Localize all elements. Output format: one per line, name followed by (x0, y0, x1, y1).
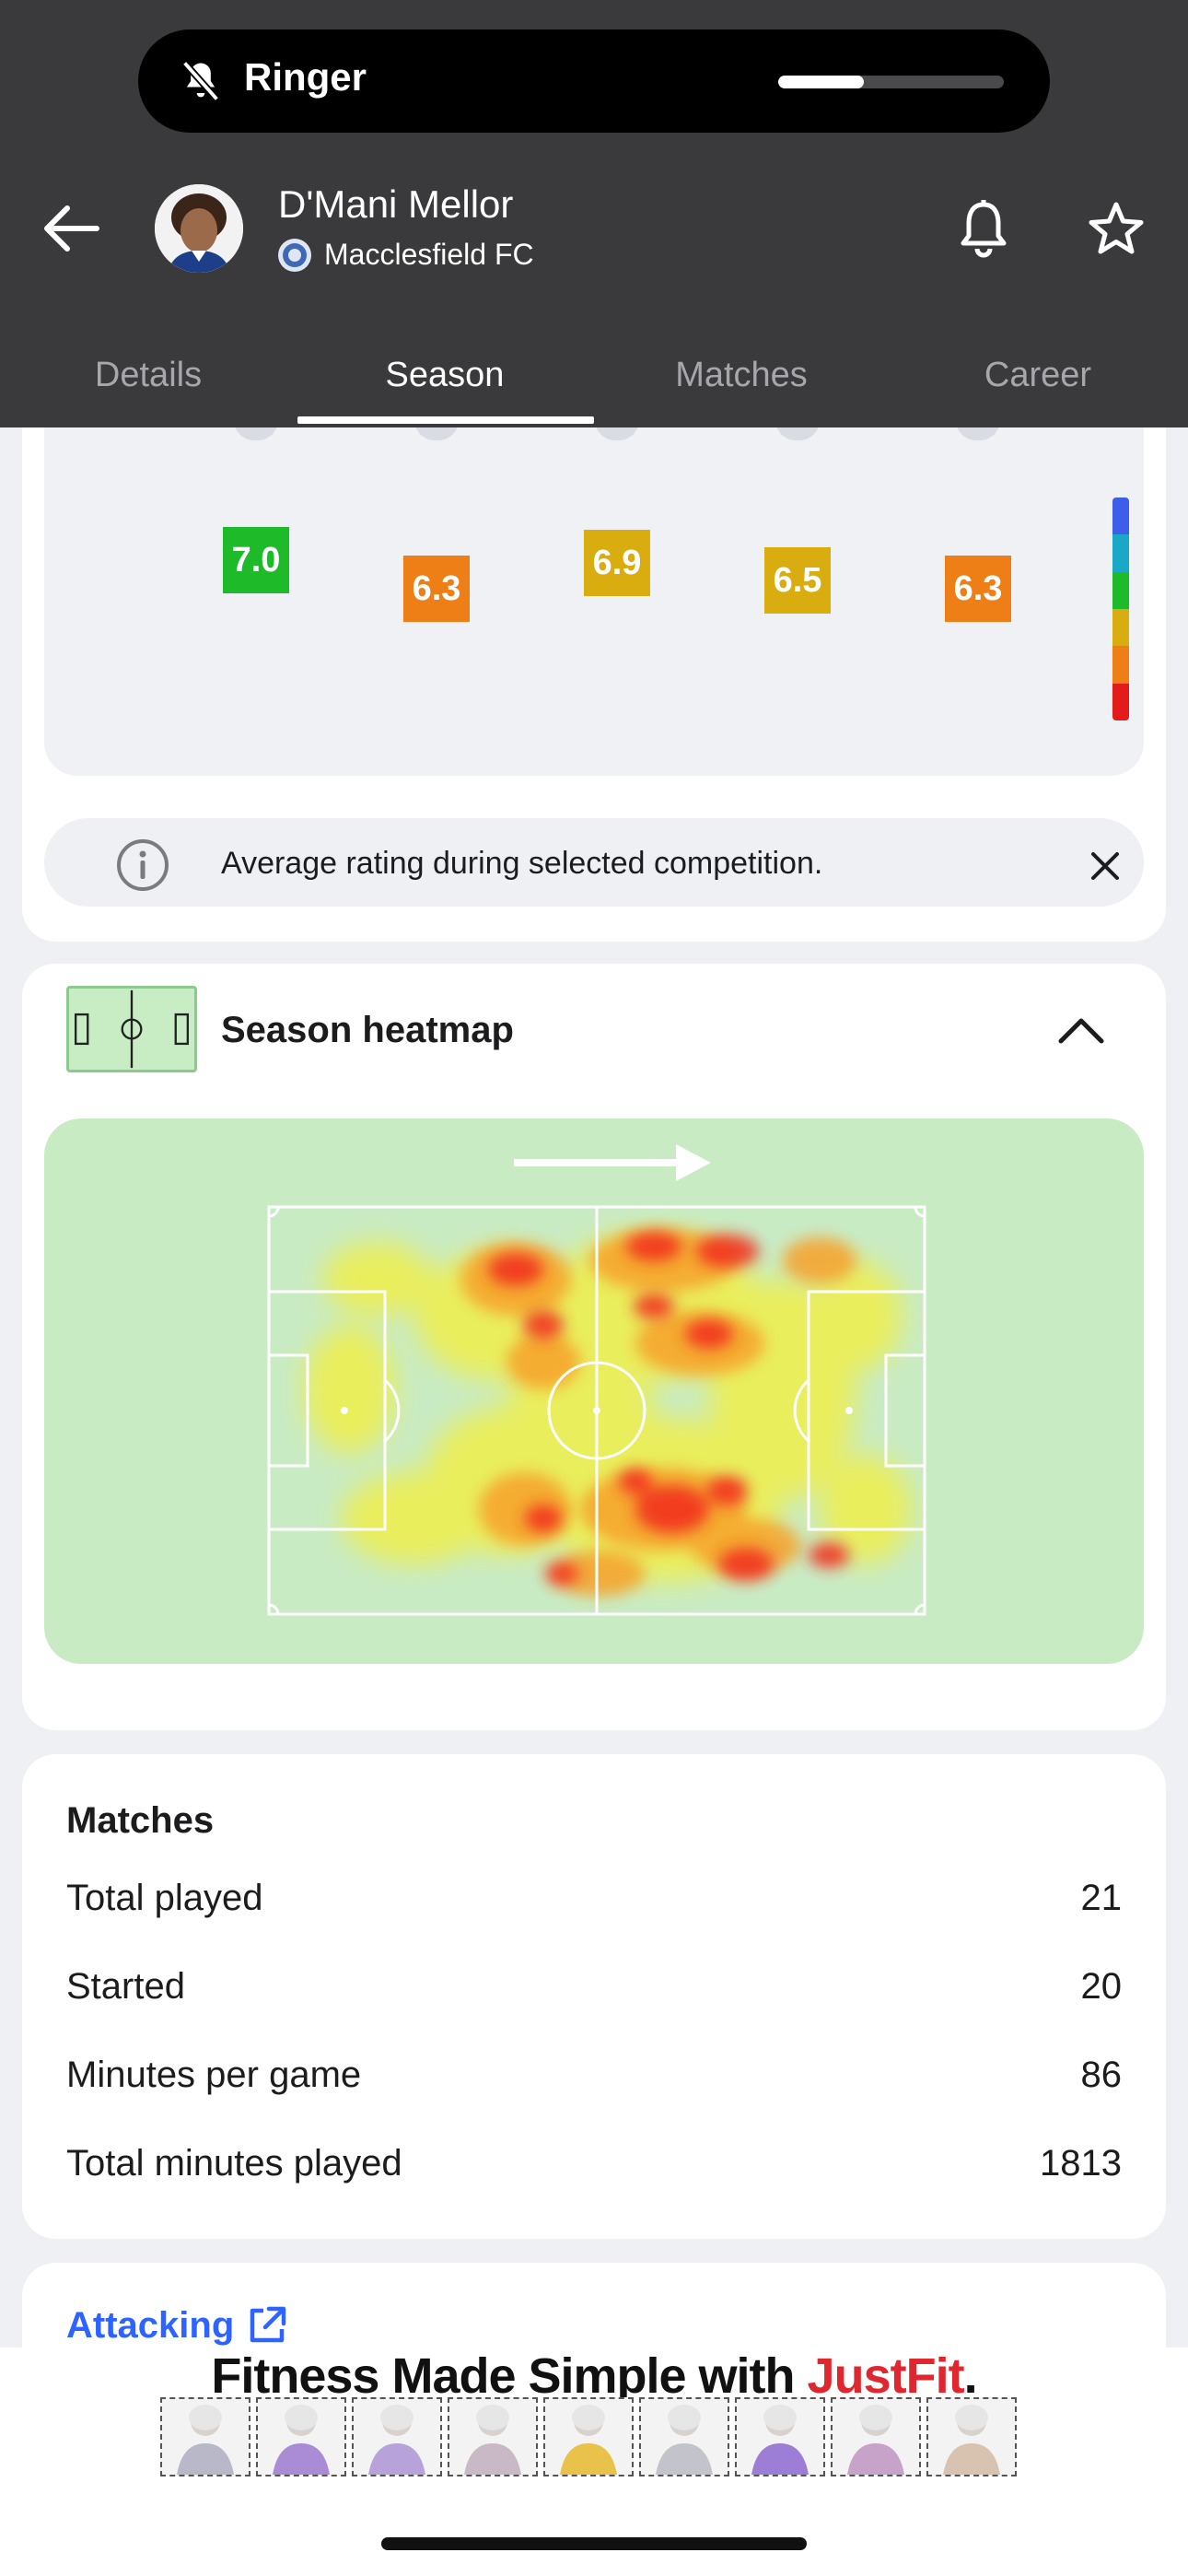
close-icon (1091, 852, 1119, 880)
stat-label: Minutes per game (66, 2054, 362, 2095)
stat-label: Total minutes played (66, 2142, 402, 2184)
heatmap-title: Season heatmap (221, 1010, 514, 1050)
volume-bar (778, 76, 1004, 88)
heatmap-panel (44, 1118, 1144, 1664)
player-name: D'Mani Mellor (278, 182, 514, 226)
stat-row: Started 20 (66, 1959, 1122, 2014)
ad-thumbnail (543, 2397, 634, 2476)
ad-thumbnail (448, 2397, 538, 2476)
tab-bar: Details Season Matches Career (0, 322, 1188, 427)
ad-thumbnail (352, 2397, 442, 2476)
stat-label: Total played (66, 1877, 263, 1918)
rating-scale-legend (1112, 498, 1129, 720)
star-icon (1089, 202, 1144, 254)
matches-title: Matches (66, 1800, 215, 1841)
ad-thumbnail (926, 2397, 1017, 2476)
attacking-link[interactable]: Attacking (66, 2303, 289, 2348)
match-rating[interactable]: 6.3 (945, 556, 1011, 622)
info-icon (117, 839, 169, 891)
ringer-island: Ringer (138, 29, 1050, 133)
external-link-icon (250, 2306, 286, 2343)
bell-icon (961, 200, 1007, 258)
ratings-chart: 7.0 6.3 6.9 6.5 6.3 (44, 420, 1144, 776)
player-avatar (155, 184, 243, 273)
ad-image-strip (160, 2397, 1017, 2476)
stat-label: Started (66, 1965, 185, 2007)
ad-thumbnail (735, 2397, 825, 2476)
match-rating[interactable]: 7.0 (223, 527, 289, 593)
back-button[interactable] (33, 192, 107, 265)
heatmap-card: Season heatmap (22, 964, 1166, 1730)
stat-value: 1813 (1040, 2142, 1122, 2184)
ratings-card: 7.0 6.3 6.9 6.5 6.3 Average rating durin… (22, 350, 1166, 942)
info-banner: Average rating during selected competiti… (44, 818, 1144, 907)
matches-stats-card: Matches Total played 21 Started 20 Minut… (22, 1754, 1166, 2239)
collapse-button[interactable] (1055, 1004, 1107, 1056)
stat-value: 20 (1080, 1965, 1123, 2007)
tab-details[interactable]: Details (0, 322, 297, 427)
info-text: Average rating during selected competiti… (221, 846, 823, 881)
close-info-button[interactable] (1083, 844, 1127, 888)
match-rating[interactable]: 6.9 (584, 530, 650, 596)
ad-thumbnail (160, 2397, 250, 2476)
tab-career[interactable]: Career (890, 322, 1186, 427)
tab-matches[interactable]: Matches (593, 322, 890, 427)
ad-headline-end: . (963, 2348, 978, 2404)
ad-brand: JustFit (807, 2348, 965, 2404)
scale-segment (1112, 498, 1129, 535)
match-rating[interactable]: 6.5 (764, 547, 831, 614)
scale-segment (1112, 683, 1129, 720)
ad-headline: Fitness Made Simple with JustFit. (0, 2348, 1188, 2405)
active-tab-indicator (297, 416, 594, 424)
club-name: Macclesfield FC (324, 238, 534, 271)
stat-row: Minutes per game 86 (66, 2047, 1122, 2102)
match-rating[interactable]: 6.3 (403, 556, 470, 622)
ad-thumbnail (639, 2397, 729, 2476)
stat-row: Total minutes played 1813 (66, 2136, 1122, 2191)
favorite-button[interactable] (1079, 192, 1153, 265)
notifications-button[interactable] (950, 192, 1017, 265)
ad-thumbnail (256, 2397, 346, 2476)
stat-row: Total played 21 (66, 1870, 1122, 1926)
attack-direction-arrow-icon (514, 1144, 711, 1181)
scale-segment (1112, 646, 1129, 684)
scale-segment (1112, 534, 1129, 572)
arrow-left-icon (44, 205, 99, 252)
stat-value: 21 (1080, 1877, 1123, 1918)
scale-segment (1112, 571, 1129, 609)
app-header: Ringer D'Mani Mellor Macclesfield FC Det… (0, 0, 1188, 427)
pitch-icon (66, 986, 197, 1072)
chevron-up-icon (1058, 1018, 1104, 1044)
ad-thumbnail (831, 2397, 921, 2476)
club-badge-icon (278, 238, 311, 272)
heatmap-pitch (267, 1205, 926, 1616)
ringer-label: Ringer (244, 55, 367, 99)
home-indicator (381, 2537, 807, 2550)
scale-segment (1112, 608, 1129, 647)
attacking-label: Attacking (66, 2304, 235, 2346)
volume-fill (778, 76, 865, 88)
club-link[interactable]: Macclesfield FC (278, 238, 534, 272)
tab-season[interactable]: Season (297, 322, 593, 427)
ad-headline-text: Fitness Made Simple with (211, 2348, 808, 2404)
bell-slash-icon (181, 60, 220, 102)
stat-value: 86 (1080, 2054, 1123, 2095)
